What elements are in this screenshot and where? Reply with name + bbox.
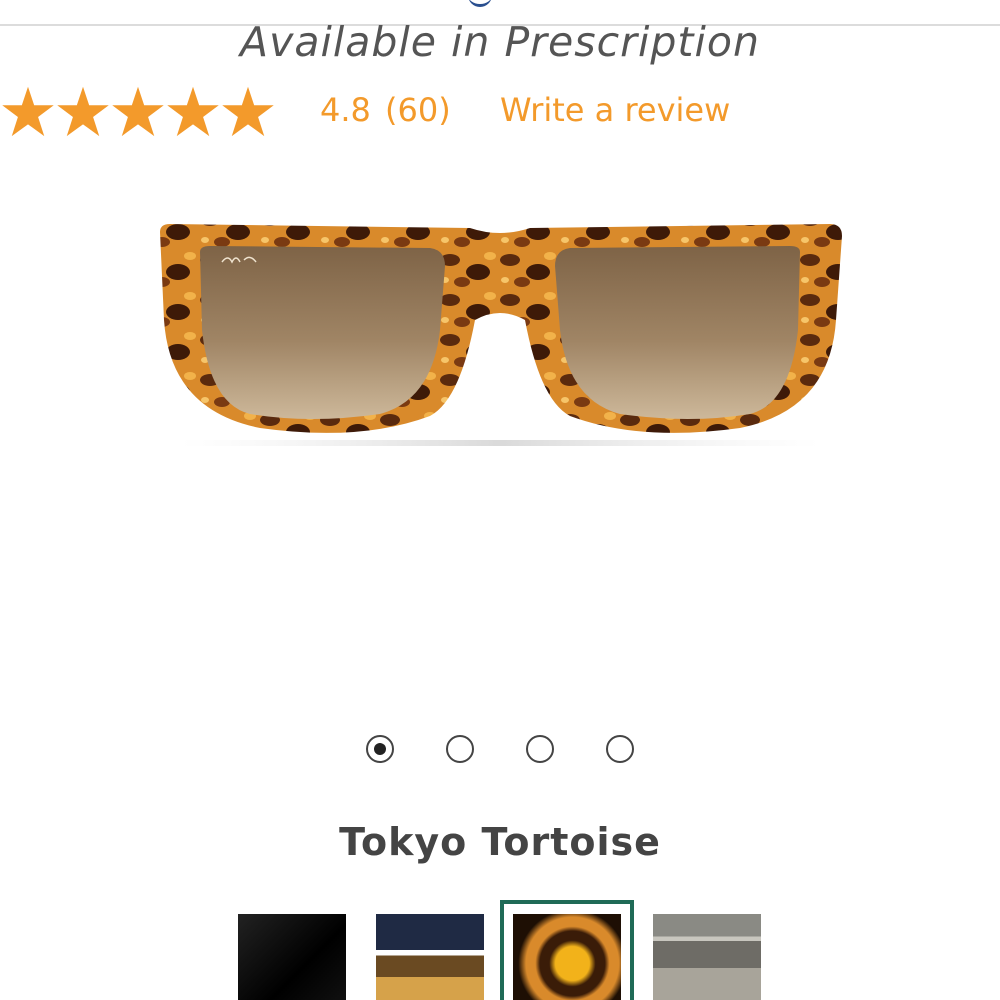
rating-value: 4.8	[320, 91, 371, 129]
rating-row: 4.8 (60) Write a review	[0, 84, 1000, 142]
carousel-dot-4[interactable]	[606, 735, 634, 763]
carousel-dot-2[interactable]	[446, 735, 474, 763]
swatch-navy-tortoise[interactable]	[376, 914, 484, 1000]
brand-logo-fragment	[468, 0, 492, 7]
swatch-grey[interactable]	[653, 914, 761, 1000]
swatch-tokyo-tortoise[interactable]	[513, 914, 621, 1000]
review-count[interactable]: (60)	[385, 91, 451, 129]
write-review-link[interactable]: Write a review	[500, 91, 730, 129]
star-icon	[2, 86, 54, 137]
star-icon	[112, 86, 164, 137]
rating-stars[interactable]	[0, 84, 275, 140]
selected-color-name: Tokyo Tortoise	[339, 820, 661, 864]
star-icon	[57, 86, 109, 137]
product-image-sunglasses[interactable]	[140, 210, 860, 470]
color-swatches	[0, 900, 1000, 1000]
prescription-subtitle: Available in Prescription	[240, 18, 760, 66]
product-page: Available in Prescription 4.8 (60) Write…	[0, 0, 1000, 1000]
carousel-dot-1[interactable]	[366, 735, 394, 763]
star-icon	[222, 86, 274, 137]
carousel-dot-3[interactable]	[526, 735, 554, 763]
star-icon	[167, 86, 219, 137]
swatch-black[interactable]	[238, 914, 346, 1000]
image-carousel-dots	[0, 735, 1000, 771]
